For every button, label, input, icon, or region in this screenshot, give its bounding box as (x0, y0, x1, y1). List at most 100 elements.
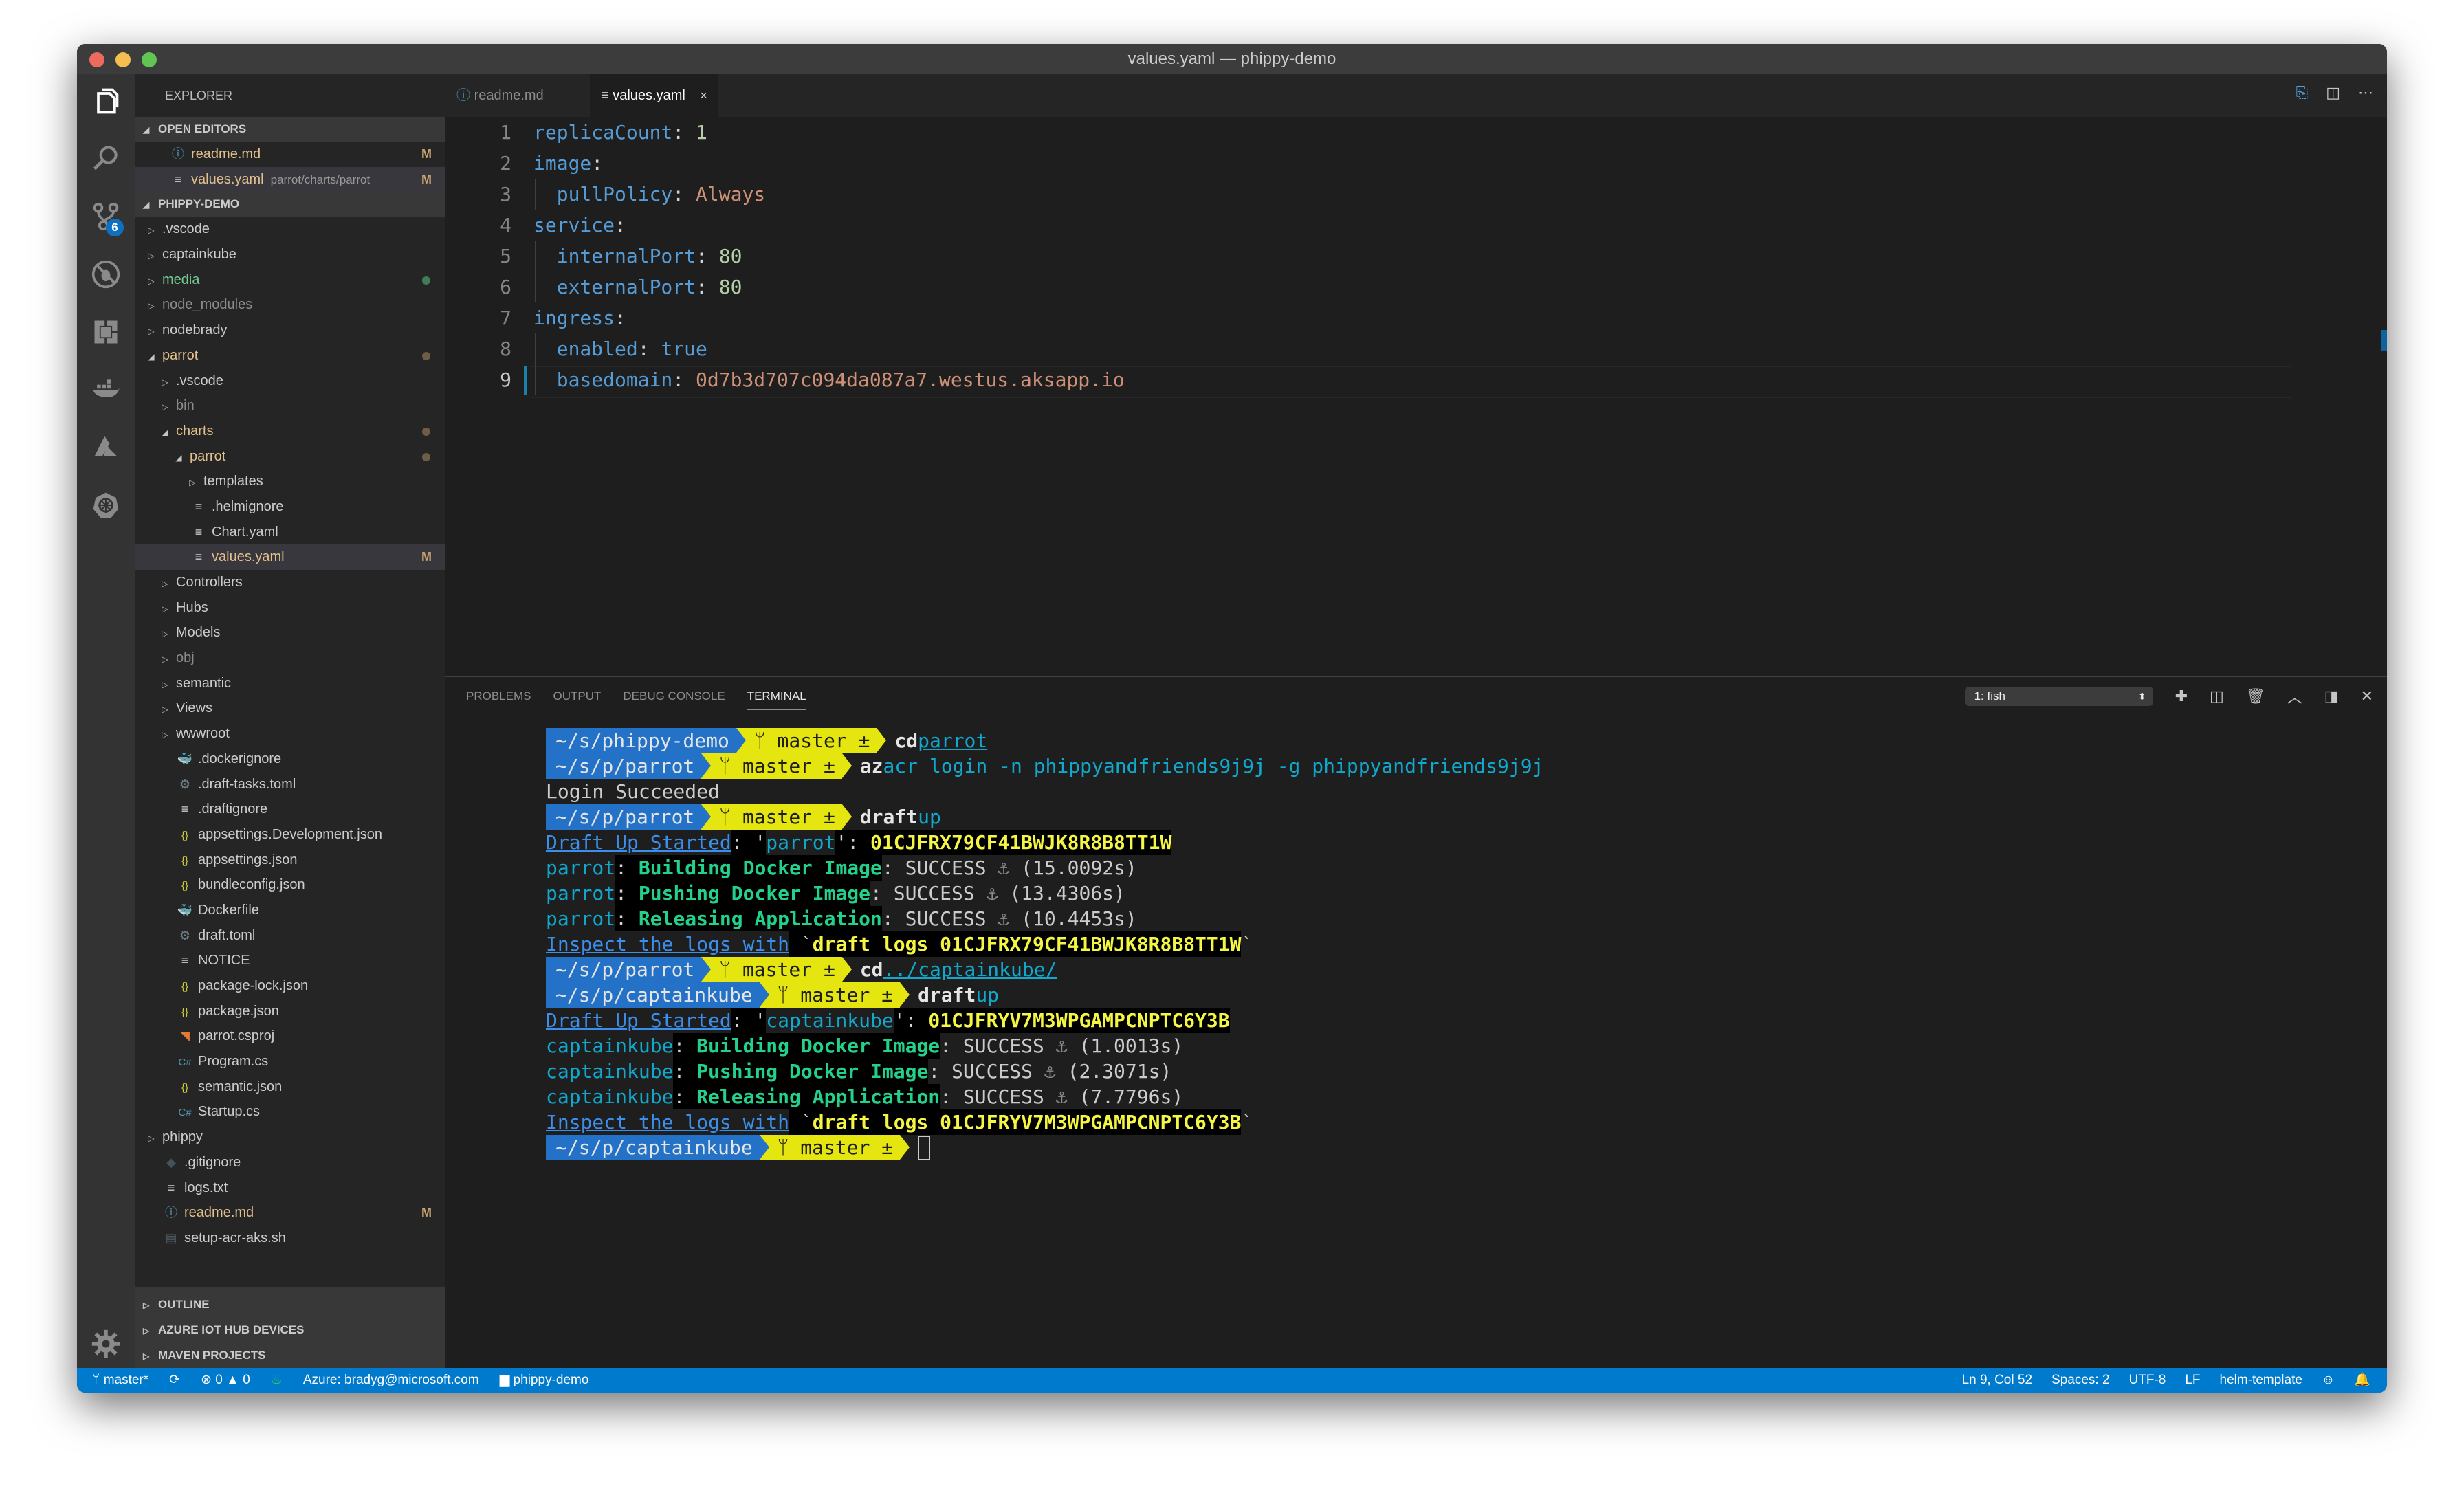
split-terminal-icon[interactable]: ◫ (2210, 687, 2224, 705)
tree-item[interactable]: ▷ bin (135, 393, 446, 419)
status-problems[interactable]: ⊗ 0 ▲ 0 (201, 1368, 250, 1393)
tree-item[interactable]: ▷ templates (135, 469, 446, 494)
colon: : (672, 183, 685, 206)
tree-item[interactable]: ≡ NOTICE (135, 948, 446, 973)
tree-item[interactable]: {} semantic.json (135, 1074, 446, 1100)
activity-docker[interactable] (77, 366, 135, 414)
tree-item[interactable]: {} bundleconfig.json (135, 872, 446, 898)
yaml-key: internalPort (556, 245, 696, 267)
outline-section[interactable]: ▷ OUTLINE (135, 1292, 446, 1317)
flame-icon[interactable]: ♨ (271, 1368, 283, 1393)
close-tab-icon[interactable]: × (700, 89, 707, 102)
tree-item[interactable]: ▷ Views (135, 696, 446, 721)
tab-problems[interactable]: PROBLEMS (466, 677, 531, 718)
tree-item[interactable]: ⚙ draft.toml (135, 923, 446, 949)
activity-explorer[interactable] (77, 77, 135, 125)
tab-debug-console[interactable]: DEBUG CONSOLE (623, 677, 725, 718)
status-cursor-position[interactable]: Ln 9, Col 52 (1962, 1368, 2032, 1393)
tree-item[interactable]: ≡ values.yaml M (135, 544, 446, 570)
line-content: ingress: (534, 302, 626, 333)
bottom-panel: PROBLEMS OUTPUT DEBUG CONSOLE TERMINAL 1… (446, 676, 2387, 1368)
tree-item[interactable]: ▷ Hubs (135, 595, 446, 621)
activity-settings[interactable] (77, 1320, 135, 1368)
tree-item[interactable]: {} appsettings.json (135, 848, 446, 873)
more-icon[interactable]: ⋯ (2358, 84, 2373, 102)
build-id: 01CJFRYV7M3WPGAMPCNPTC6Y3B (928, 1008, 1230, 1033)
tree-item[interactable]: C# Program.cs (135, 1049, 446, 1074)
tree-item[interactable]: ◆ .gitignore (135, 1150, 446, 1175)
open-preview-icon[interactable]: ⎘ (2296, 84, 2309, 102)
yaml-key: service (534, 214, 615, 236)
status-language[interactable]: helm-template (2220, 1368, 2302, 1393)
tree-item[interactable]: ▷ Controllers (135, 570, 446, 595)
warning-icon: ▲ (226, 1373, 243, 1387)
tree-item[interactable]: ▷ media (135, 267, 446, 293)
separator: : ' (731, 1008, 767, 1033)
tree-item[interactable]: {} package.json (135, 999, 446, 1024)
tree-item[interactable]: ▷ obj (135, 645, 446, 671)
tree-item[interactable]: ≡ logs.txt (135, 1175, 446, 1201)
activity-debug[interactable] (77, 250, 135, 298)
status-branch[interactable]: ᛘ master* (92, 1368, 148, 1393)
tree-item[interactable]: 🐳 Dockerfile (135, 898, 446, 923)
tree-item[interactable]: ▷ wwwroot (135, 721, 446, 747)
folder-section[interactable]: ◢ PHIPPY-DEMO (135, 192, 446, 217)
activity-extensions[interactable] (77, 308, 135, 356)
minimap[interactable] (2304, 117, 2387, 676)
status-folder[interactable]: ▆ phippy-demo (500, 1368, 589, 1393)
activity-source-control[interactable]: 6 (77, 192, 135, 241)
terminal-output[interactable]: ~/s/phippy-demo ᛘ master ± cd parrot ~/s/p/… (546, 728, 1543, 1160)
split-editor-icon[interactable]: ◫ (2326, 84, 2340, 102)
activity-azure[interactable] (77, 423, 135, 472)
status-eol[interactable]: LF (2185, 1368, 2200, 1393)
tree-item[interactable]: ▷ node_modules (135, 292, 446, 318)
tree-item[interactable]: ◥ parrot.csproj (135, 1024, 446, 1049)
tree-item[interactable]: C# Startup.cs (135, 1099, 446, 1125)
tree-item[interactable]: ◢ parrot (135, 444, 446, 469)
status-encoding[interactable]: UTF-8 (2129, 1368, 2166, 1393)
sync-icon[interactable]: ⟳ (169, 1368, 180, 1393)
tab-values-yaml[interactable]: ≡ values.yaml × (590, 74, 718, 117)
open-editor-item[interactable]: ⓘ readme.md M (135, 142, 446, 167)
close-icon[interactable]: ✕ (2361, 687, 2373, 705)
tree-item[interactable]: ▷ Models (135, 620, 446, 645)
tree-item[interactable]: ▤ setup-acr-aks.sh (135, 1226, 446, 1251)
status-azure-account[interactable]: Azure: bradyg@microsoft.com (303, 1368, 479, 1393)
tree-item[interactable]: ◢ charts (135, 419, 446, 444)
tree-item[interactable]: ≡ .draftignore (135, 797, 446, 822)
feedback-smiley-icon[interactable]: ☺ (2322, 1368, 2335, 1393)
tree-item[interactable]: ⚙ .draft-tasks.toml (135, 772, 446, 797)
chevron-up-icon[interactable]: ︿ (2287, 685, 2302, 707)
plus-icon[interactable]: ✚ (2175, 687, 2188, 705)
tree-item[interactable]: {} appsettings.Development.json (135, 822, 446, 848)
tree-item[interactable]: {} package-lock.json (135, 973, 446, 999)
maven-section[interactable]: ▷ MAVEN PROJECTS (135, 1342, 446, 1368)
status-indentation[interactable]: Spaces: 2 (2052, 1368, 2110, 1393)
tree-item[interactable]: ≡ Chart.yaml (135, 520, 446, 545)
tree-item[interactable]: ⓘ readme.md M (135, 1200, 446, 1226)
notifications-bell-icon[interactable]: 🔔 (2354, 1368, 2370, 1393)
tree-item[interactable]: ▷ .vscode (135, 217, 446, 242)
tree-item[interactable]: ▷ .vscode (135, 368, 446, 394)
open-editors-section[interactable]: ◢ OPEN EDITORS (135, 117, 446, 142)
git-modified-badge: M (421, 550, 432, 564)
tree-item[interactable]: 🐳 .dockerignore (135, 747, 446, 772)
trash-icon[interactable]: 🗑 (2246, 687, 2265, 705)
tree-item[interactable]: ▷ semantic (135, 671, 446, 696)
tree-item[interactable]: ▷ captainkube (135, 242, 446, 267)
tab-output[interactable]: OUTPUT (553, 677, 601, 718)
tree-item[interactable]: ◢ parrot (135, 343, 446, 368)
maximize-panel-icon[interactable]: ◨ (2324, 687, 2339, 705)
tab-readme[interactable]: ⓘ readme.md (446, 74, 605, 117)
terminal-select[interactable]: 1: fish ⬍ (1964, 687, 2153, 706)
tree-item[interactable]: ≡ .helmignore (135, 494, 446, 520)
azure-iot-section[interactable]: ▷ AZURE IOT HUB DEVICES (135, 1317, 446, 1342)
tree-item[interactable]: ▷ nodebrady (135, 318, 446, 343)
activity-search[interactable] (77, 135, 135, 183)
code-editor[interactable]: 1 replicaCount: 1 2 image: 3 pullPolicy: Alw… (446, 117, 2387, 676)
command: az (859, 755, 883, 777)
tab-terminal[interactable]: TERMINAL (747, 677, 806, 710)
open-editor-item[interactable]: ≡ values.yaml parrot/charts/parrot M (135, 166, 446, 192)
activity-kubernetes[interactable] (77, 481, 135, 529)
tree-item[interactable]: ▷ phippy (135, 1125, 446, 1150)
